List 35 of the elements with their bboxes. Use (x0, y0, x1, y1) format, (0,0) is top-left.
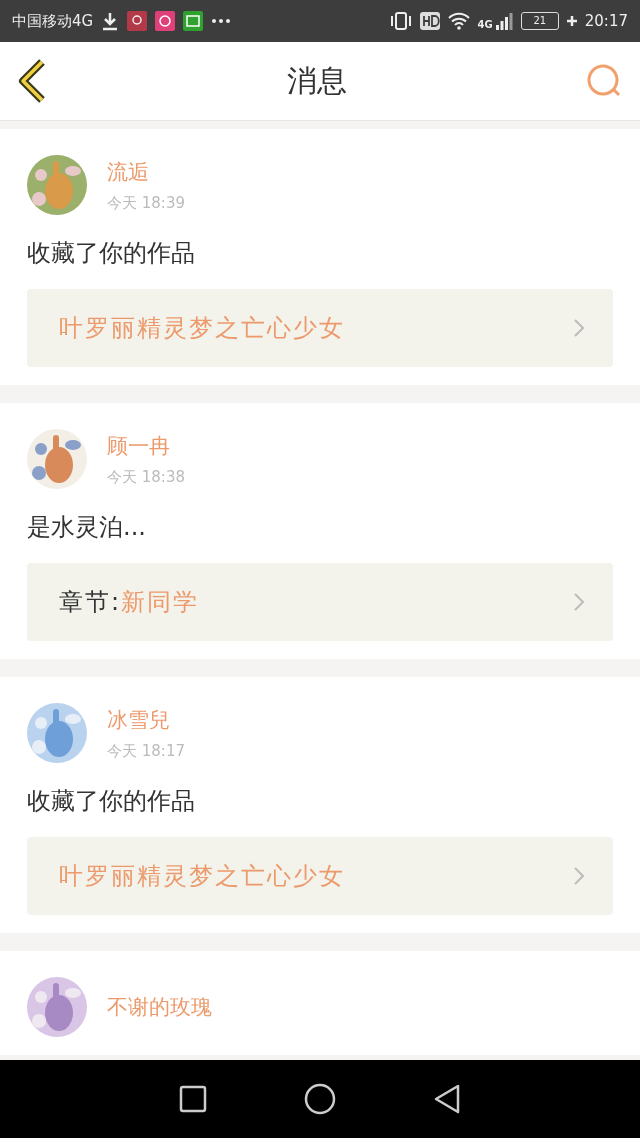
user-name[interactable]: 不谢的玫瑰 (107, 993, 212, 1021)
clock: 20:17 (584, 12, 628, 30)
page-title: 消息 (287, 61, 347, 100)
battery-indicator: 21 (520, 12, 559, 30)
message-time: 今天 18:38 (107, 467, 185, 487)
vibrate-icon (389, 11, 412, 31)
work-link[interactable]: 章节:新同学 (27, 563, 613, 641)
user-name[interactable]: 流逅 (107, 157, 185, 186)
back-icon[interactable] (18, 59, 48, 103)
hd-icon (419, 12, 440, 30)
carrier-label: 中国移动4G (12, 11, 94, 31)
back-icon[interactable] (433, 1084, 462, 1114)
charging-icon (566, 16, 577, 26)
home-icon[interactable] (304, 1083, 336, 1115)
user-name[interactable]: 冰雪兒 (107, 705, 185, 734)
app-icon (127, 11, 148, 31)
message-time: 今天 18:17 (107, 741, 185, 761)
app-icon (155, 11, 176, 31)
message-time: 今天 18:39 (107, 193, 185, 213)
recent-apps-icon[interactable] (178, 1085, 207, 1113)
chevron-icon (573, 318, 585, 338)
work-link[interactable]: 叶罗丽精灵梦之亡心少女 (27, 289, 613, 367)
network-label: 4G (477, 19, 493, 30)
user-name[interactable]: 顾一冉 (107, 431, 185, 460)
more-icon (211, 18, 232, 24)
message-text: 收藏了你的作品 (27, 238, 196, 269)
download-icon (101, 11, 120, 31)
chevron-icon (573, 866, 585, 886)
message-text: 是水灵泊... (27, 512, 147, 543)
work-link[interactable]: 叶罗丽精灵梦之亡心少女 (27, 837, 613, 915)
signal-icon (494, 12, 513, 30)
app-icon (183, 11, 204, 31)
message-text: 收藏了你的作品 (27, 786, 196, 817)
wifi-icon (447, 12, 470, 30)
chevron-icon (573, 592, 585, 612)
